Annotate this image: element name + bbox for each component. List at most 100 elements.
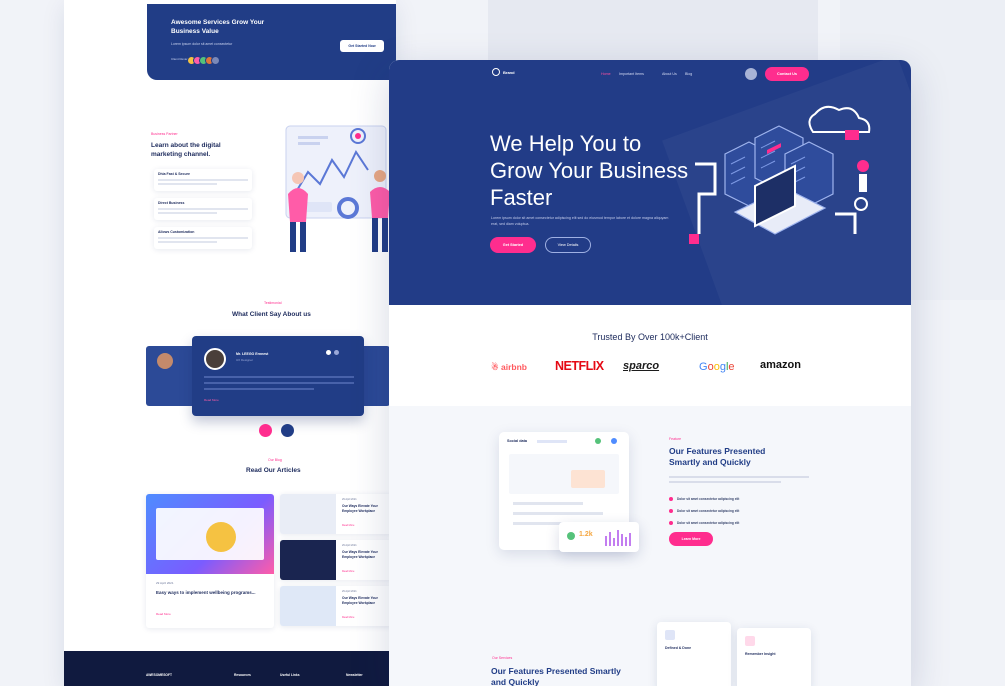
features-description [669,476,809,484]
document-icon [745,636,755,646]
stats-value: 1.2k [579,531,593,538]
feature-bullet: Dolor sit amet consectetur adipiscing el… [669,509,739,513]
netflix-logo: NETFLIX [555,359,604,373]
feature-bullet: Dolor sit amet consectetur adipiscing el… [669,521,739,525]
amazon-logo: amazon [760,359,801,371]
hero-headline: We Help You to Grow Your Business Faster [490,131,689,210]
feature-card-title: Dhia Fast & Secure [158,172,190,176]
service-card-title: Remember Insight [745,652,776,656]
article-image [280,494,336,534]
hero-subtext: Lorem ipsum dolor sit amet consectetur a… [491,216,669,226]
left-hero-cta-button[interactable]: Get Started Now [340,40,384,52]
avatar [211,56,220,65]
testimonial-card-prev [146,346,196,406]
left-footer: AWESOMESOFT Resources Useful Links Newsl… [64,651,396,686]
testimonials-title: What Client Say About us [232,311,311,318]
left-hero-banner: Awesome Services Grow Your Business Valu… [147,4,396,80]
left-hero-title: Awesome Services Grow Your Business Valu… [171,19,265,35]
articles-tag: Our Blog [268,458,282,462]
analytics-illustration [285,125,390,252]
article-date: 29 April 2021 [342,590,357,593]
article-image [146,494,274,574]
testimonial-card-next [360,346,390,406]
hero-section: Brand Home Important Items About Us Blog… [389,60,911,305]
trusted-heading: Trusted By Over 100k+Client [592,332,708,342]
feature-card-title: Direct Business [158,201,185,205]
services-tag: Our Services [492,656,513,660]
article-date: 29 April 2021 [342,498,357,501]
services-title: Our Features Presented Smartly and Quick… [491,666,621,686]
digital-title: Learn about the digital marketing channe… [151,142,221,158]
article-title: Our Ways Elevate Your Employee Workplace [342,504,378,513]
feature-card-title: Allows Customization [158,230,195,234]
google-logo: Google [699,361,735,373]
article-date: 29 April 2021 [156,581,174,585]
mockup-title: Social data [507,439,528,443]
nav-important-items[interactable]: Important Items [619,72,644,76]
get-started-button[interactable]: Get Started [490,237,536,253]
article-title: Our Ways Elevate Your Employee Workplace [342,596,378,605]
logo-icon [492,68,500,76]
digital-tag: Business Partner [151,132,178,136]
footer-heading: Newsletter [346,673,363,677]
logo-text[interactable]: Brand [503,70,515,75]
search-icon[interactable] [745,68,757,80]
feature-bullet: Dolor sit amet consectetur adipiscing el… [669,497,739,501]
nav-home[interactable]: Home [601,72,611,76]
testimonial-role: UX Designer [236,358,254,362]
read-more-link[interactable]: Read More [342,570,354,573]
bar-chart-icon [605,530,631,546]
article-date: 29 April 2021 [342,544,357,547]
airbnb-wordmark: airbnb [501,362,527,372]
left-page-mockup: Awesome Services Grow Your Business Valu… [64,0,396,686]
features-section [389,406,911,686]
next-slide-button[interactable] [281,424,294,437]
features-tag: Feature [669,437,682,441]
service-card[interactable]: Defined & Done [657,622,731,686]
feature-card: Direct Business [154,198,252,220]
article-card[interactable]: 29 April 2021 Our Ways Elevate Your Empl… [280,494,392,534]
service-card-title: Defined & Done [665,646,692,650]
article-card[interactable]: 29 April 2021 Our Ways Elevate Your Empl… [280,540,392,580]
footer-heading: Resources [234,673,251,677]
sparco-logo: sparco [623,360,660,372]
footer-heading: Useful Links [280,673,300,677]
feature-card: Allows Customization [154,227,252,249]
footer-brand: AWESOMESOFT [146,673,173,677]
testimonial-name: Mr. LEEGO Ernnest [236,352,269,356]
article-title: Easy ways to implement wellbeing program… [156,590,256,595]
article-image [280,540,336,580]
server-laptop-illustration [689,105,871,244]
quote-icon [326,350,331,355]
read-more-link[interactable]: Read More [342,524,354,527]
stats-popup: 1.2k [559,522,639,552]
article-image [280,586,336,626]
feature-card: Dhia Fast & Secure [154,169,252,191]
bank-icon [665,630,675,640]
nav-blog[interactable]: Blog [685,72,692,76]
articles-title: Read Our Articles [246,467,301,474]
article-card[interactable]: 29 April 2021 Our Ways Elevate Your Empl… [280,586,392,626]
article-title: Our Ways Elevate Your Employee Workplace [342,550,378,559]
left-hero-subtitle: Lorem ipsum dolor sit amet consectetur [171,42,233,46]
airbnb-logo: ☃ airbnb [491,362,527,373]
avatar [204,348,226,370]
learn-more-button[interactable]: Learn More [669,532,713,546]
testimonials-tag: Testimonial [264,301,282,305]
testimonial-card: Mr. LEEGO Ernnest UX Designer Read More [192,336,364,416]
contact-button[interactable]: Contact Us [765,67,809,81]
features-title: Our Features Presented Smartly and Quick… [669,446,766,467]
read-more-link[interactable]: Read More [156,612,171,616]
service-card[interactable]: Remember Insight [737,628,811,686]
read-more-link[interactable]: Read More [204,398,219,402]
article-card-featured[interactable]: 29 April 2021 Easy ways to implement wel… [146,494,274,628]
prev-slide-button[interactable] [259,424,272,437]
read-more-link[interactable]: Read More [342,616,354,619]
backdrop-shape [488,0,818,60]
nav-about[interactable]: About Us [662,72,677,76]
right-page-mockup: Brand Home Important Items About Us Blog… [389,60,911,686]
view-details-button[interactable]: View Details [545,237,591,253]
airbnb-icon: ☃ [491,362,499,372]
check-icon [567,532,575,540]
quote-icon [334,350,339,355]
